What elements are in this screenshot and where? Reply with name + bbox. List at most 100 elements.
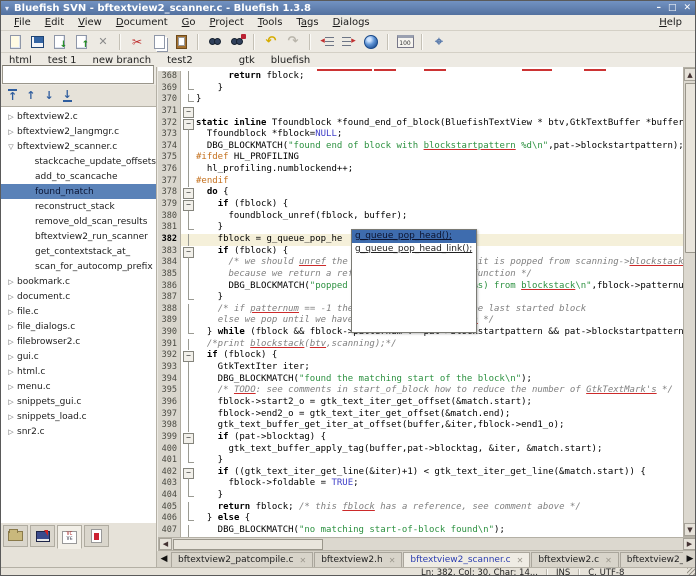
chevron-collapsed-icon[interactable]: ▷: [5, 128, 17, 136]
fold-marker-icon[interactable]: [181, 455, 196, 467]
chevron-collapsed-icon[interactable]: ▷: [5, 323, 17, 331]
close-tab-icon[interactable]: ✕: [389, 556, 396, 565]
tree-item[interactable]: ▷snippets_load.c: [1, 409, 156, 424]
fold-marker-icon[interactable]: [181, 385, 196, 397]
fold-marker-icon[interactable]: [181, 478, 196, 490]
close-tab-icon[interactable]: ✕: [605, 556, 612, 565]
doc-tab-bftextview2_scanner.c[interactable]: bftextview2_scanner.c✕: [403, 552, 530, 567]
code-text[interactable]: gtk_text_buffer_apply_tag(buffer,pat->bl…: [196, 444, 683, 456]
scroll-down-icon[interactable]: ▼: [684, 523, 696, 536]
jump-up-icon[interactable]: ↑: [26, 90, 35, 101]
menu-view[interactable]: View: [71, 16, 109, 29]
menu-dialogs[interactable]: Dialogs: [326, 16, 377, 29]
window-menu-icon[interactable]: ▾: [5, 4, 9, 13]
fold-marker-icon[interactable]: [181, 467, 196, 479]
code-text[interactable]: DBG_BLOCKMATCH("no matching start-of-blo…: [196, 525, 683, 537]
code-text[interactable]: return fblock;: [196, 71, 683, 83]
fold-marker-icon[interactable]: [181, 409, 196, 421]
tree-item[interactable]: remove_old_scan_results: [1, 214, 156, 229]
menu-project[interactable]: Project: [203, 16, 251, 29]
tree-item[interactable]: ▷file.c: [1, 304, 156, 319]
redo-icon[interactable]: ↷: [282, 32, 304, 52]
autocomplete-item[interactable]: g_queue_pop_head_link();: [352, 243, 476, 256]
tree-item[interactable]: ▷file_dialogs.c: [1, 319, 156, 334]
fold-marker-icon[interactable]: [181, 234, 196, 246]
fold-marker-icon[interactable]: [181, 420, 196, 432]
chevron-collapsed-icon[interactable]: ▷: [5, 293, 17, 301]
sidebar-tab-reference[interactable]: [30, 525, 55, 547]
sidebar-filter-input[interactable]: [2, 65, 154, 84]
code-text[interactable]: do {: [196, 187, 683, 199]
fold-marker-icon[interactable]: [181, 187, 196, 199]
code-text[interactable]: if ((gtk_text_iter_get_line(&iter)+1) < …: [196, 467, 683, 479]
fold-marker-icon[interactable]: [181, 502, 196, 514]
resize-grip[interactable]: [687, 568, 696, 576]
chevron-collapsed-icon[interactable]: ▷: [5, 338, 17, 346]
tree-item[interactable]: reconstruct_stack: [1, 199, 156, 214]
tree-item[interactable]: scan_for_autocomp_prefix: [1, 259, 156, 274]
menu-help[interactable]: Help: [652, 16, 689, 29]
code-text[interactable]: static inline Tfoundblock *found_end_of_…: [196, 118, 683, 130]
fold-marker-icon[interactable]: [181, 176, 196, 188]
minimize-button[interactable]: –: [656, 3, 661, 13]
fold-marker-icon[interactable]: [181, 211, 196, 223]
quickbar-tab-test-1[interactable]: test 1: [48, 55, 77, 66]
preview-icon[interactable]: [360, 32, 382, 52]
chevron-expanded-icon[interactable]: ▽: [5, 143, 17, 151]
code-text[interactable]: DBG_BLOCKMATCH("found the matching start…: [196, 374, 683, 386]
copy-icon[interactable]: [148, 32, 170, 52]
navigate-icon[interactable]: ⌖: [428, 32, 450, 52]
fold-marker-icon[interactable]: [181, 118, 196, 130]
paste-icon[interactable]: [170, 32, 192, 52]
doc-tab-bftextview2.c[interactable]: bftextview2.c✕: [531, 552, 618, 567]
tree-item[interactable]: add_to_scancache: [1, 169, 156, 184]
fold-marker-icon[interactable]: [181, 350, 196, 362]
fold-marker-icon[interactable]: [181, 292, 196, 304]
code-text[interactable]: return fblock; /* this fblock has a refe…: [196, 502, 683, 514]
tree-item[interactable]: ▷menu.c: [1, 379, 156, 394]
titlebar[interactable]: ▾ Bluefish SVN - bftextview2_scanner.c -…: [1, 1, 695, 15]
horizontal-scrollbar[interactable]: ◀ ▶: [158, 537, 696, 551]
quickbar-tab-gtk[interactable]: gtk: [239, 55, 255, 66]
tree-item[interactable]: bftextview2_run_scanner: [1, 229, 156, 244]
fold-marker-icon[interactable]: [181, 281, 196, 293]
quickbar-tab-test2[interactable]: test2: [167, 55, 193, 66]
fold-marker-icon[interactable]: [181, 257, 196, 269]
fold-marker-icon[interactable]: [181, 513, 196, 525]
fold-marker-icon[interactable]: [181, 397, 196, 409]
fold-marker-icon[interactable]: [181, 71, 196, 83]
tabs-scroll-left-icon[interactable]: ◀: [157, 552, 171, 567]
tree-item[interactable]: ▷bookmark.c: [1, 274, 156, 289]
tree-item[interactable]: ▷bftextview2.c: [1, 109, 156, 124]
fold-marker-icon[interactable]: [181, 129, 196, 141]
fold-marker-icon[interactable]: [181, 141, 196, 153]
scroll-right-icon[interactable]: ▶: [683, 538, 696, 550]
find-icon[interactable]: [204, 32, 226, 52]
code-text[interactable]: hl_profiling.numblockend++;: [196, 164, 683, 176]
chevron-collapsed-icon[interactable]: ▷: [5, 398, 17, 406]
code-text[interactable]: Tfoundblock *fblock=NULL;: [196, 129, 683, 141]
menu-go[interactable]: Go: [175, 16, 203, 29]
code-text[interactable]: fblock->end2_o = gtk_text_iter_get_offse…: [196, 409, 683, 421]
code-text[interactable]: } else {: [196, 513, 683, 525]
jump-to-last-icon[interactable]: ↓: [63, 89, 72, 102]
maximize-button[interactable]: □: [668, 3, 677, 13]
horizontal-scrollbar-thumb[interactable]: [173, 539, 323, 550]
code-text[interactable]: fblock->foldable = TRUE;: [196, 478, 683, 490]
quickbar-tab-html[interactable]: html: [9, 55, 32, 66]
save-icon[interactable]: [26, 32, 48, 52]
doc-tab-bftextview2_patcompile.c[interactable]: bftextview2_patcompile.c✕: [171, 552, 313, 567]
autocomplete-item[interactable]: g_queue_pop_head();: [352, 230, 476, 243]
zoom-100-icon[interactable]: 100: [394, 32, 416, 52]
sidebar-tab-bookmarks[interactable]: [84, 525, 109, 547]
chevron-collapsed-icon[interactable]: ▷: [5, 353, 17, 361]
code-text[interactable]: /* TODO: see comments in start_of_block …: [196, 385, 683, 397]
chevron-collapsed-icon[interactable]: ▷: [5, 113, 17, 121]
tree-item[interactable]: ▷gui.c: [1, 349, 156, 364]
undo-icon[interactable]: ↶: [260, 32, 282, 52]
doc-tab-bftextview2_scanner.h[interactable]: bftextview2_scanner.h✕: [620, 552, 683, 567]
chevron-collapsed-icon[interactable]: ▷: [5, 368, 17, 376]
vertical-scrollbar-thumb[interactable]: [685, 83, 696, 253]
fold-marker-icon[interactable]: [181, 164, 196, 176]
close-icon[interactable]: ✕: [92, 32, 114, 52]
